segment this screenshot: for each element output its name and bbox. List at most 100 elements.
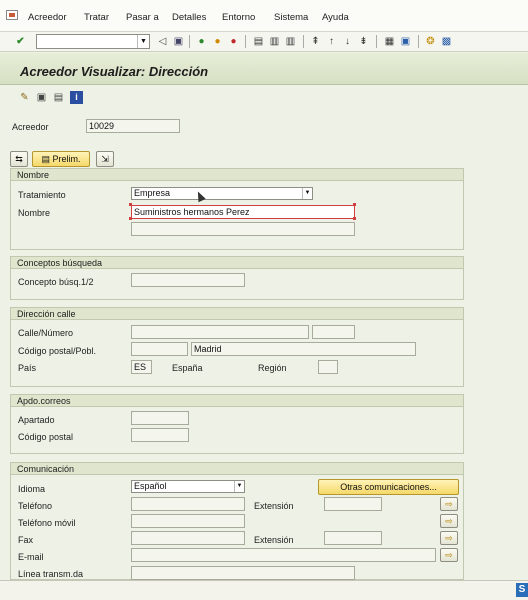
concepto-field[interactable]: [131, 273, 245, 287]
region-label: Región: [258, 363, 287, 373]
region-field[interactable]: [318, 360, 338, 374]
menu-acreedor[interactable]: Acreedor: [28, 12, 67, 23]
fax-label: Fax: [18, 535, 34, 545]
screen-title-bar: Acreedor Visualizar: Dirección: [0, 53, 528, 85]
fax-more-icon[interactable]: ⇨: [440, 531, 458, 545]
sap-logo-icon: S: [516, 583, 528, 597]
linea-field[interactable]: [131, 566, 355, 580]
first-page-icon[interactable]: ⇞: [309, 35, 322, 48]
change-icon[interactable]: ▤: [52, 91, 65, 104]
idioma-label: Idioma: [18, 484, 46, 494]
group-apdo: Apdo.correos: [10, 394, 464, 454]
movil-label: Teléfono móvil: [18, 518, 76, 528]
idioma-value: Español: [134, 481, 167, 491]
tratamiento-label: Tratamiento: [18, 190, 66, 200]
menu-pasar-a[interactable]: Pasar a: [126, 12, 159, 23]
menu-entorno[interactable]: Entorno: [222, 12, 255, 23]
pais-name: España: [172, 363, 203, 373]
print-icon[interactable]: ▤: [252, 35, 265, 48]
group-apdo-header: Apdo.correos: [11, 395, 463, 407]
idioma-dropdown[interactable]: Español ▼: [131, 480, 245, 493]
selection-handle: [129, 217, 132, 220]
find-next-icon[interactable]: ▥: [284, 35, 297, 48]
concepto-label: Concepto búsq.1/2: [18, 277, 94, 287]
shortcut-icon[interactable]: ▣: [399, 35, 412, 48]
tratamiento-dropdown[interactable]: Empresa ▼: [131, 187, 313, 200]
green-arrow-icon[interactable]: ●: [195, 35, 208, 48]
chevron-down-icon[interactable]: ▼: [234, 481, 244, 492]
system-menu-icon[interactable]: [6, 10, 18, 20]
find-icon[interactable]: ▥: [268, 35, 281, 48]
toolbar-separator: [189, 35, 190, 48]
selection-handle: [353, 203, 356, 206]
expand-icon[interactable]: ⇲: [96, 151, 114, 167]
pais-field[interactable]: ES: [131, 360, 152, 374]
group-nombre-header: Nombre: [11, 169, 463, 181]
group-direccion-header: Dirección calle: [11, 308, 463, 320]
poblacion-field[interactable]: Madrid: [191, 342, 416, 356]
cancel-icon[interactable]: ●: [227, 35, 240, 48]
linea-label: Línea transm.da: [18, 569, 84, 579]
back-icon[interactable]: ◁: [156, 35, 169, 48]
fax-extension-label: Extensión: [254, 535, 294, 545]
other-object-icon[interactable]: ⇆: [10, 151, 28, 167]
calle-label: Calle/Número: [18, 328, 74, 338]
calle-field[interactable]: [131, 325, 309, 339]
otras-comunicaciones-button[interactable]: Otras comunicaciones...: [318, 479, 459, 495]
menu-tratar[interactable]: Tratar: [84, 12, 109, 23]
fax-extension-field[interactable]: [324, 531, 382, 545]
nombre-label: Nombre: [18, 208, 51, 218]
new-session-icon[interactable]: ▦: [383, 35, 396, 48]
last-page-icon[interactable]: ⇟: [357, 35, 370, 48]
movil-field[interactable]: [131, 514, 245, 528]
page-title: Acreedor Visualizar: Dirección: [20, 64, 209, 79]
prelim-label: Prelim.: [52, 154, 81, 164]
status-bar: [0, 580, 528, 600]
email-label: E-mail: [18, 552, 44, 562]
telefono-field[interactable]: [131, 497, 245, 511]
standard-toolbar: ✔ ▼ ◁ ▣ ● ● ● ▤ ▥ ▥ ⇞ ↑ ↓ ⇟ ▦ ▣ ❂ ▩: [0, 32, 528, 52]
acreedor-label: Acreedor: [12, 122, 49, 132]
exit-icon[interactable]: ●: [211, 35, 224, 48]
nombre-field[interactable]: Suministros hermanos Perez: [131, 205, 355, 219]
help-icon[interactable]: ❂: [424, 35, 437, 48]
prelim-button[interactable]: ▤ Prelim.: [32, 151, 90, 167]
command-field[interactable]: ▼: [36, 34, 150, 49]
layout-icon[interactable]: ▩: [440, 35, 453, 48]
menu-sistema[interactable]: Sistema: [274, 12, 308, 23]
movil-more-icon[interactable]: ⇨: [440, 514, 458, 528]
email-field[interactable]: [131, 548, 436, 562]
nombre-2-field[interactable]: [131, 222, 355, 236]
acreedor-field[interactable]: 10029: [86, 119, 180, 133]
apdo-codigo-postal-label: Código postal: [18, 432, 74, 442]
menu-ayuda[interactable]: Ayuda: [322, 12, 349, 23]
toolbar-separator: [376, 35, 377, 48]
next-page-icon[interactable]: ↓: [341, 35, 354, 48]
codigo-postal-field[interactable]: [131, 342, 188, 356]
telefono-more-icon[interactable]: ⇨: [440, 497, 458, 511]
fax-field[interactable]: [131, 531, 245, 545]
edit-icon[interactable]: ✎: [18, 91, 31, 104]
toolbar-separator: [418, 35, 419, 48]
info-icon[interactable]: i: [70, 91, 83, 104]
menu-bar: Acreedor Tratar Pasar a Detalles Entorno…: [0, 0, 528, 32]
prev-page-icon[interactable]: ↑: [325, 35, 338, 48]
menu-detalles[interactable]: Detalles: [172, 12, 206, 23]
other-vendor-icon[interactable]: ▣: [35, 91, 48, 104]
extension-field[interactable]: [324, 497, 382, 511]
group-comunicacion-header: Comunicación: [11, 463, 463, 475]
save-icon[interactable]: ▣: [172, 35, 185, 48]
toolbar-separator: [245, 35, 246, 48]
chevron-down-icon[interactable]: ▼: [302, 188, 312, 199]
apartado-field[interactable]: [131, 411, 189, 425]
apartado-label: Apartado: [18, 415, 55, 425]
chevron-down-icon[interactable]: ▼: [137, 35, 149, 48]
numero-field[interactable]: [312, 325, 355, 339]
telefono-label: Teléfono: [18, 501, 53, 511]
group-conceptos-header: Conceptos búsqueda: [11, 257, 463, 269]
email-more-icon[interactable]: ⇨: [440, 548, 458, 562]
application-toolbar: ✎ ▣ ▤ i: [0, 86, 528, 108]
apdo-codigo-postal-field[interactable]: [131, 428, 189, 442]
check-icon[interactable]: ✔: [14, 35, 27, 48]
selection-handle: [353, 217, 356, 220]
